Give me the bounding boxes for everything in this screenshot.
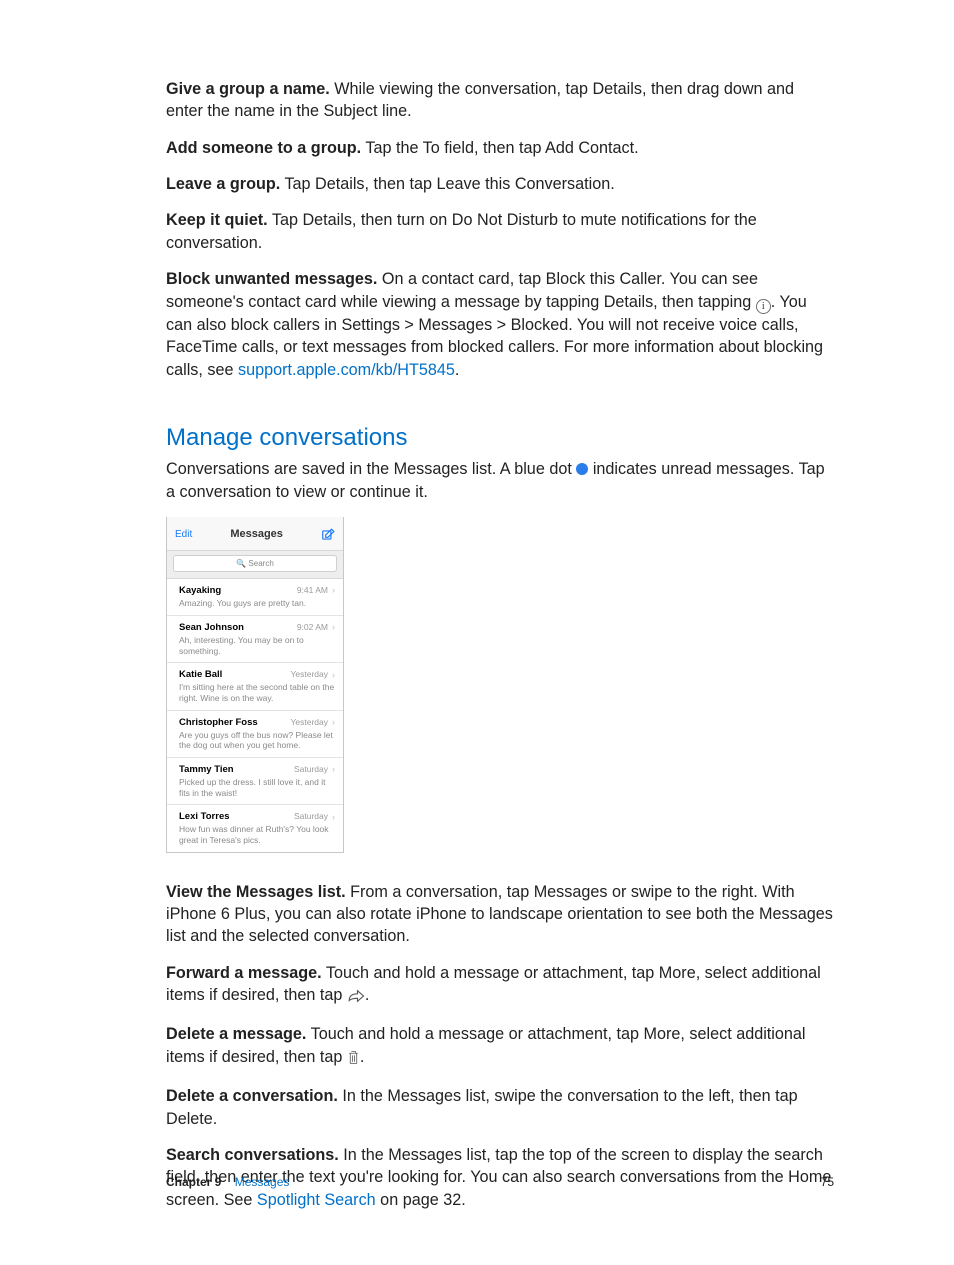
bold-lead: Forward a message. [166, 964, 322, 982]
bold-lead: Delete a conversation. [166, 1087, 338, 1105]
section-title-manage-conversations: Manage conversations [166, 421, 834, 454]
conversation-preview: Picked up the dress. I still love it, an… [179, 777, 335, 798]
chevron-right-icon: › [332, 718, 335, 727]
messages-screenshot: Edit Messages 🔍 Search Kayaking 9:41 AM ›… [166, 517, 344, 853]
conversation-time: Yesterday › [291, 669, 336, 681]
conversation-preview: How fun was dinner at Ruth's? You look g… [179, 824, 335, 845]
bold-lead: Delete a message. [166, 1025, 306, 1043]
chevron-right-icon: › [332, 765, 335, 774]
conversation-preview: Are you guys off the bus now? Please let… [179, 730, 335, 751]
conversation-name: Christopher Foss [179, 716, 258, 729]
chevron-right-icon: › [332, 623, 335, 632]
bold-lead: View the Messages list. [166, 883, 346, 901]
conversation-time: Yesterday › [291, 717, 336, 729]
conversation-preview: I'm sitting here at the second table on … [179, 682, 335, 703]
conversation-name: Tammy Tien [179, 763, 234, 776]
chevron-right-icon: › [332, 671, 335, 680]
body-text: . [360, 1048, 365, 1066]
navbar-title: Messages [230, 527, 283, 542]
page-footer: Chapter 9 Messages 75 [166, 1174, 834, 1191]
conversation-time: 9:02 AM › [297, 622, 335, 634]
conversation-time: Saturday › [294, 811, 335, 823]
info-icon: i [756, 299, 771, 314]
body-text: Tap the To field, then tap Add Contact. [361, 139, 638, 157]
conversation-time: 9:41 AM › [297, 585, 335, 597]
chapter-label: Chapter 9 [166, 1175, 221, 1189]
edit-button[interactable]: Edit [175, 528, 192, 542]
conversation-row[interactable]: Kayaking 9:41 AM ›Amazing. You guys are p… [167, 579, 343, 616]
body-text: Tap Details, then tap Leave this Convers… [280, 175, 614, 193]
unread-dot-icon [576, 463, 588, 475]
search-icon: 🔍 [236, 559, 246, 568]
conversation-row[interactable]: Tammy Tien Saturday ›Picked up the dress.… [167, 758, 343, 805]
paragraph-delete-message: Delete a message. Touch and hold a messa… [166, 1023, 834, 1071]
conversation-name: Lexi Torres [179, 810, 230, 823]
bold-lead: Keep it quiet. [166, 211, 268, 229]
bold-lead: Search conversations. [166, 1146, 339, 1164]
section-intro: Conversations are saved in the Messages … [166, 458, 834, 503]
paragraph-give-name: Give a group a name. While viewing the c… [166, 78, 834, 123]
conversation-name: Katie Ball [179, 668, 222, 681]
conversation-preview: Amazing. You guys are pretty tan. [179, 598, 335, 609]
bold-lead: Block unwanted messages. [166, 270, 377, 288]
body-text: Conversations are saved in the Messages … [166, 460, 576, 478]
paragraph-view-list: View the Messages list. From a conversat… [166, 881, 834, 948]
paragraph-add-someone: Add someone to a group. Tap the To field… [166, 137, 834, 159]
conversation-row[interactable]: Katie Ball Yesterday ›I'm sitting here at… [167, 663, 343, 710]
conversation-name: Kayaking [179, 584, 221, 597]
chevron-right-icon: › [332, 813, 335, 822]
bold-lead: Give a group a name. [166, 80, 330, 98]
bold-lead: Add someone to a group. [166, 139, 361, 157]
messages-navbar: Edit Messages [167, 517, 343, 551]
page-number: 75 [821, 1174, 834, 1191]
compose-icon[interactable] [321, 528, 335, 542]
conversation-name: Sean Johnson [179, 621, 244, 634]
paragraph-forward-message: Forward a message. Touch and hold a mess… [166, 962, 834, 1010]
conversation-preview: Ah, interesting. You may be on to someth… [179, 635, 335, 656]
chevron-right-icon: › [332, 586, 335, 595]
bold-lead: Leave a group. [166, 175, 280, 193]
paragraph-keep-quiet: Keep it quiet. Tap Details, then turn on… [166, 209, 834, 254]
paragraph-leave-group: Leave a group. Tap Details, then tap Lea… [166, 173, 834, 195]
conversation-row[interactable]: Christopher Foss Yesterday ›Are you guys … [167, 711, 343, 758]
body-text: on page 32. [376, 1191, 466, 1209]
body-text: . [365, 986, 370, 1004]
search-bar[interactable]: 🔍 Search [167, 551, 343, 579]
conversation-time: Saturday › [294, 764, 335, 776]
paragraph-block-unwanted: Block unwanted messages. On a contact ca… [166, 268, 834, 381]
spotlight-search-link[interactable]: Spotlight Search [257, 1191, 376, 1209]
forward-icon [347, 987, 365, 1009]
paragraph-delete-conversation: Delete a conversation. In the Messages l… [166, 1085, 834, 1130]
body-text: . [455, 361, 460, 379]
chapter-name: Messages [235, 1175, 290, 1189]
conversation-row[interactable]: Lexi Torres Saturday ›How fun was dinner … [167, 805, 343, 851]
conversation-list: Kayaking 9:41 AM ›Amazing. You guys are p… [167, 579, 343, 852]
support-link[interactable]: support.apple.com/kb/HT5845 [238, 361, 455, 379]
search-placeholder: Search [248, 559, 273, 568]
conversation-row[interactable]: Sean Johnson 9:02 AM ›Ah, interesting. Yo… [167, 616, 343, 663]
trash-icon [347, 1049, 360, 1071]
